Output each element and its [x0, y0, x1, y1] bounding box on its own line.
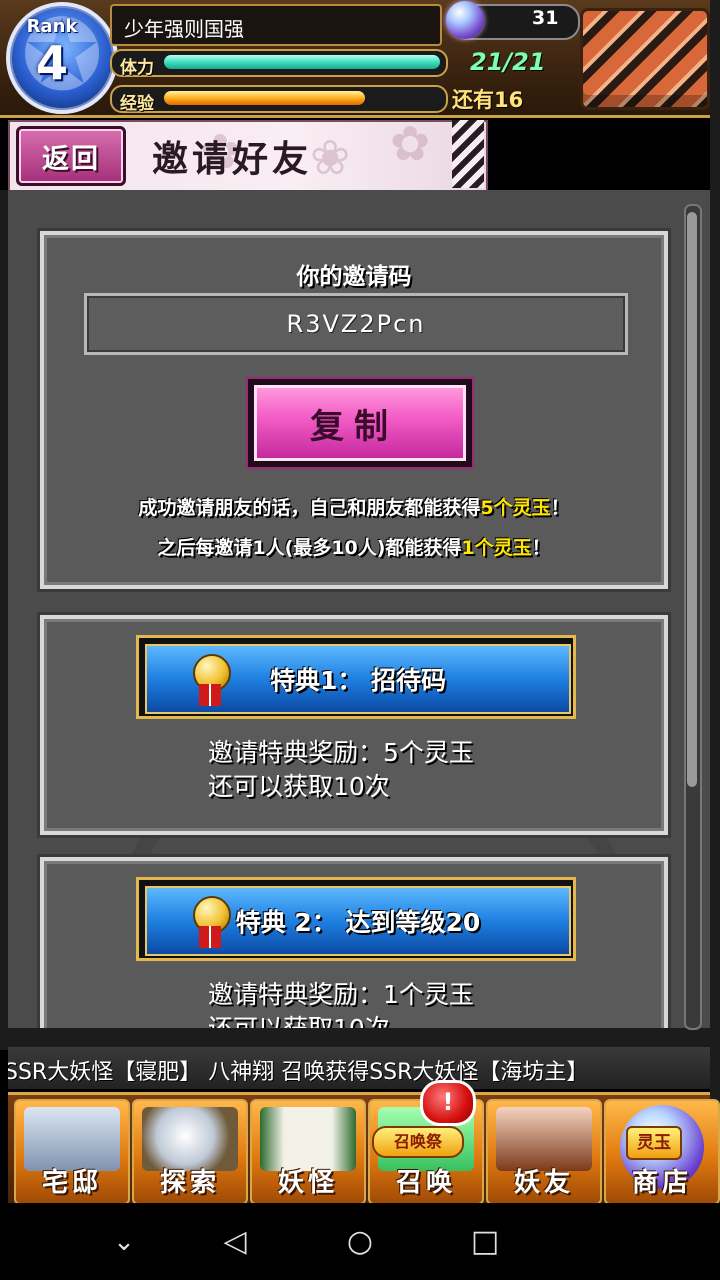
- info-text: ！: [531, 537, 551, 559]
- nav-home-label: 宅邸: [41, 1168, 102, 1198]
- reward-ribbon-inner: 特典 2： 达到等级20: [145, 886, 571, 956]
- player-name-box: 少年强则国强: [110, 4, 442, 46]
- reward-description: 邀请特典奖励：1个灵玉: [208, 980, 474, 1009]
- nav-shop-label: 商店: [631, 1168, 692, 1198]
- news-ticker: SSR大妖怪【寝肥】 八神翔 召唤获得SSR大妖怪【海坊主】: [8, 1047, 710, 1089]
- rank-label: Rank: [26, 16, 78, 37]
- copy-label: 复制: [310, 407, 398, 447]
- info-text: 成功邀请朋友的话，自己和朋友都能获得: [138, 497, 481, 519]
- chevron-down-icon[interactable]: ⌄: [103, 1221, 145, 1263]
- ticker-text: SSR大妖怪【寝肥】 八神翔 召唤获得SSR大妖怪【海坊主】: [8, 1060, 589, 1085]
- exp-label: 经验: [120, 94, 154, 114]
- reward-ribbon: 特典 2： 达到等级20: [136, 877, 576, 961]
- reward-description: 邀请特典奖励：5个灵玉: [208, 738, 474, 767]
- nav-friends-button[interactable]: 妖友: [486, 1099, 602, 1205]
- gem-count: 31: [532, 7, 559, 29]
- exp-bar: 经验: [110, 85, 448, 114]
- invite-info-line-2: 之后每邀请1人(最多10人)都能获得1个灵玉！: [44, 533, 664, 560]
- nav-yokai-label: 妖怪: [277, 1168, 338, 1198]
- invite-info-line-1: 成功邀请朋友的话，自己和朋友都能获得5个灵玉！: [44, 493, 664, 520]
- invite-code-field[interactable]: R3VZ2Pcn: [84, 293, 628, 355]
- shop-jade-tag: 灵玉: [626, 1126, 682, 1160]
- nav-summon-label: 召唤: [395, 1168, 456, 1198]
- alert-badge: !: [420, 1080, 476, 1126]
- nav-friends-label: 妖友: [513, 1168, 574, 1198]
- right-edge: [710, 0, 720, 1203]
- back-button[interactable]: 返回: [16, 126, 126, 186]
- info-text: 之后每邀请1人(最多10人)都能获得: [157, 537, 462, 559]
- banner-stripe: [452, 120, 484, 188]
- reward-panel-1: 特典1： 招待码 邀请特典奖励：5个灵玉 还可以获取10次: [37, 612, 671, 838]
- page-title: 邀请好友: [152, 138, 313, 180]
- nav-explore-label: 探索: [159, 1168, 220, 1198]
- info-highlight: 1个灵玉: [461, 537, 532, 559]
- nav-yokai-button[interactable]: 妖怪: [250, 1099, 366, 1205]
- stamina-value: 21/21: [470, 48, 546, 76]
- stamina-bar: 体力: [110, 49, 448, 78]
- player-name: 少年强则国强: [124, 17, 244, 41]
- exp-remaining: 还有16: [452, 88, 524, 112]
- reward-ribbon-inner: 特典1： 招待码: [145, 644, 571, 714]
- spirit-jade-icon: [446, 1, 484, 39]
- summon-festival-tag: 召唤祭: [372, 1126, 464, 1158]
- invite-code-value: R3VZ2Pcn: [286, 310, 426, 338]
- rank-value: 4: [35, 36, 68, 90]
- reward-ribbon: 特典1： 招待码: [136, 635, 576, 719]
- back-triangle-icon[interactable]: ◁: [214, 1221, 256, 1263]
- left-edge: [0, 190, 8, 1050]
- stamina-fill: [164, 55, 440, 69]
- scrollbar-thumb[interactable]: [687, 212, 697, 787]
- exp-fill: [164, 91, 366, 105]
- back-label: 返回: [42, 144, 100, 175]
- info-text: ！: [550, 497, 570, 519]
- nav-home-button[interactable]: 宅邸: [14, 1099, 130, 1205]
- bottom-nav: 宅邸 探索 妖怪 召唤 妖友 商店: [8, 1092, 720, 1205]
- nav-explore-button[interactable]: 探索: [132, 1099, 248, 1205]
- content-clip-edge: [0, 1028, 720, 1047]
- invite-code-panel: 你的邀请码 R3VZ2Pcn 复制 成功邀请朋友的话，自己和朋友都能获得5个灵玉…: [37, 228, 671, 592]
- invite-code-heading: 你的邀请码: [296, 264, 412, 290]
- reward-remaining: 还可以获取10次: [208, 772, 390, 801]
- copy-button[interactable]: 复制: [248, 379, 472, 467]
- android-nav-bar: ⌄ ◁ ○ □: [0, 1203, 720, 1280]
- recents-square-icon[interactable]: □: [464, 1221, 506, 1263]
- home-circle-icon[interactable]: ○: [339, 1221, 381, 1263]
- reward-title: 特典 2： 达到等级20: [235, 908, 481, 937]
- info-highlight: 5个灵玉: [480, 497, 551, 519]
- treasure-chest-icon[interactable]: [580, 8, 710, 110]
- reward-title: 特典1： 招待码: [269, 666, 447, 695]
- stamina-label: 体力: [120, 58, 154, 78]
